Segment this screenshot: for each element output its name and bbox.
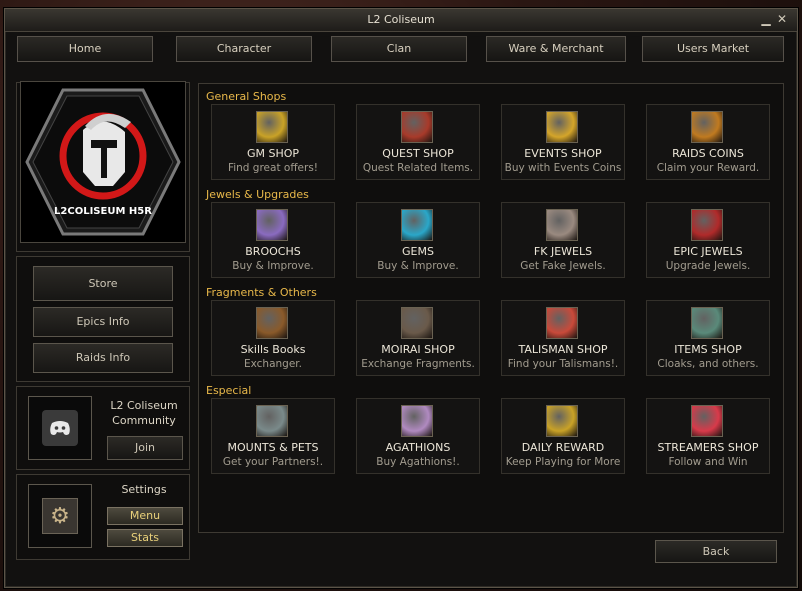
talisman-icon (546, 307, 578, 339)
shop-description: Quest Related Items. (362, 162, 474, 174)
shop-description: Keep Playing for More (505, 456, 621, 468)
close-icon[interactable]: ✕ (775, 12, 789, 26)
agathion-icon (401, 405, 433, 437)
shop-description: Cloaks, and others. (657, 358, 759, 370)
shop-tile[interactable]: EVENTS SHOP Buy with Events Coins (501, 104, 625, 180)
shop-tile[interactable]: QUEST SHOP Quest Related Items. (356, 104, 480, 180)
shop-name: TALISMAN SHOP (518, 343, 608, 356)
store-button[interactable]: Store (33, 266, 173, 301)
section-title: General Shops (206, 90, 287, 103)
shop-tile[interactable]: ITEMS SHOP Cloaks, and others. (646, 300, 770, 376)
shop-tile[interactable]: EPIC JEWELS Upgrade Jewels. (646, 202, 770, 278)
nav-ware-merchant[interactable]: Ware & Merchant (486, 36, 626, 62)
fake-jewel-icon (546, 209, 578, 241)
brooch-icon (256, 209, 288, 241)
shop-name: MOIRAI SHOP (381, 343, 455, 356)
shop-name: GEMS (402, 245, 434, 258)
shop-description: Buy with Events Coins (504, 162, 622, 174)
shop-description: Find your Talismans!. (507, 358, 619, 370)
server-logo: L2COLISEUM H5R (20, 81, 186, 243)
shop-description: Find great offers! (227, 162, 319, 174)
shop-description: Get Fake Jewels. (520, 260, 606, 272)
shop-name: GM SHOP (246, 147, 300, 160)
shop-tile[interactable]: MOIRAI SHOP Exchange Fragments. (356, 300, 480, 376)
shop-tile[interactable]: AGATHIONS Buy Agathions!. (356, 398, 480, 474)
title-bar[interactable]: L2 Coliseum ▁ ✕ (5, 9, 797, 32)
daily-reward-icon (546, 405, 578, 437)
window-title: L2 Coliseum (367, 13, 435, 26)
settings-title: Settings (121, 483, 167, 496)
nav-character[interactable]: Character (176, 36, 312, 62)
shop-description: Exchanger. (244, 358, 302, 370)
gold-coins-icon (256, 111, 288, 143)
epic-jewel-icon (691, 209, 723, 241)
shop-name: AGATHIONS (385, 441, 451, 454)
shop-name: QUEST SHOP (382, 147, 454, 160)
nav-clan[interactable]: Clan (331, 36, 467, 62)
shop-description: Get your Partners!. (222, 456, 324, 468)
quest-scroll-icon (401, 111, 433, 143)
section-title: Fragments & Others (206, 286, 317, 299)
shop-name: FK JEWELS (533, 245, 593, 258)
section-title: Jewels & Upgrades (206, 188, 309, 201)
shop-name: EVENTS SHOP (524, 147, 602, 160)
spartan-helmet-icon: L2COLISEUM H5R (25, 88, 181, 236)
shop-tile[interactable]: FK JEWELS Get Fake Jewels. (501, 202, 625, 278)
shop-name: MOUNTS & PETS (227, 441, 319, 454)
raids-info-button[interactable]: Raids Info (33, 343, 173, 373)
shop-tile[interactable]: Skills Books Exchanger. (211, 300, 335, 376)
mount-icon (256, 405, 288, 437)
shop-tile[interactable]: DAILY REWARD Keep Playing for More (501, 398, 625, 474)
shop-name: BROOCHS (245, 245, 301, 258)
book-icon (256, 307, 288, 339)
minimize-icon[interactable]: ▁ (759, 12, 773, 26)
shop-tile[interactable]: STREAMERS SHOP Follow and Win (646, 398, 770, 474)
shop-tile[interactable]: GM SHOP Find great offers! (211, 104, 335, 180)
event-coin-icon (546, 111, 578, 143)
back-button[interactable]: Back (655, 540, 777, 563)
shop-description: Exchange Fragments. (361, 358, 475, 370)
settings-gear-icon[interactable]: ⚙ (28, 484, 92, 548)
shop-name: DAILY REWARD (521, 441, 605, 454)
join-button[interactable]: Join (107, 436, 183, 460)
raid-coin-icon (691, 111, 723, 143)
shop-tile[interactable]: RAIDS COINS Claim your Reward. (646, 104, 770, 180)
heart-icon (691, 405, 723, 437)
shop-description: Claim your Reward. (656, 162, 760, 174)
menu-button[interactable]: Menu (107, 507, 183, 525)
discord-icon[interactable] (28, 396, 92, 460)
shop-tile[interactable]: MOUNTS & PETS Get your Partners!. (211, 398, 335, 474)
gem-icon (401, 209, 433, 241)
shop-name: ITEMS SHOP (674, 343, 742, 356)
cloak-icon (691, 307, 723, 339)
shop-tile[interactable]: TALISMAN SHOP Find your Talismans!. (501, 300, 625, 376)
shop-description: Upgrade Jewels. (665, 260, 751, 272)
shop-name: Skills Books (240, 343, 306, 356)
nav-home[interactable]: Home (17, 36, 153, 62)
shop-name: RAIDS COINS (672, 147, 744, 160)
shop-description: Buy & Improve. (232, 260, 314, 272)
section-title: Especial (206, 384, 252, 397)
epics-info-button[interactable]: Epics Info (33, 307, 173, 337)
stats-button[interactable]: Stats (107, 529, 183, 547)
shop-description: Buy Agathions!. (376, 456, 460, 468)
svg-text:L2COLISEUM H5R: L2COLISEUM H5R (54, 206, 152, 217)
shop-name: EPIC JEWELS (673, 245, 743, 258)
shop-tile[interactable]: GEMS Buy & Improve. (356, 202, 480, 278)
nav-users-market[interactable]: Users Market (642, 36, 784, 62)
shop-description: Buy & Improve. (377, 260, 459, 272)
shop-description: Follow and Win (668, 456, 748, 468)
shop-name: STREAMERS SHOP (657, 441, 759, 454)
shop-tile[interactable]: BROOCHS Buy & Improve. (211, 202, 335, 278)
armor-piece-icon (401, 307, 433, 339)
community-title: L2 Coliseum Community (110, 399, 178, 427)
